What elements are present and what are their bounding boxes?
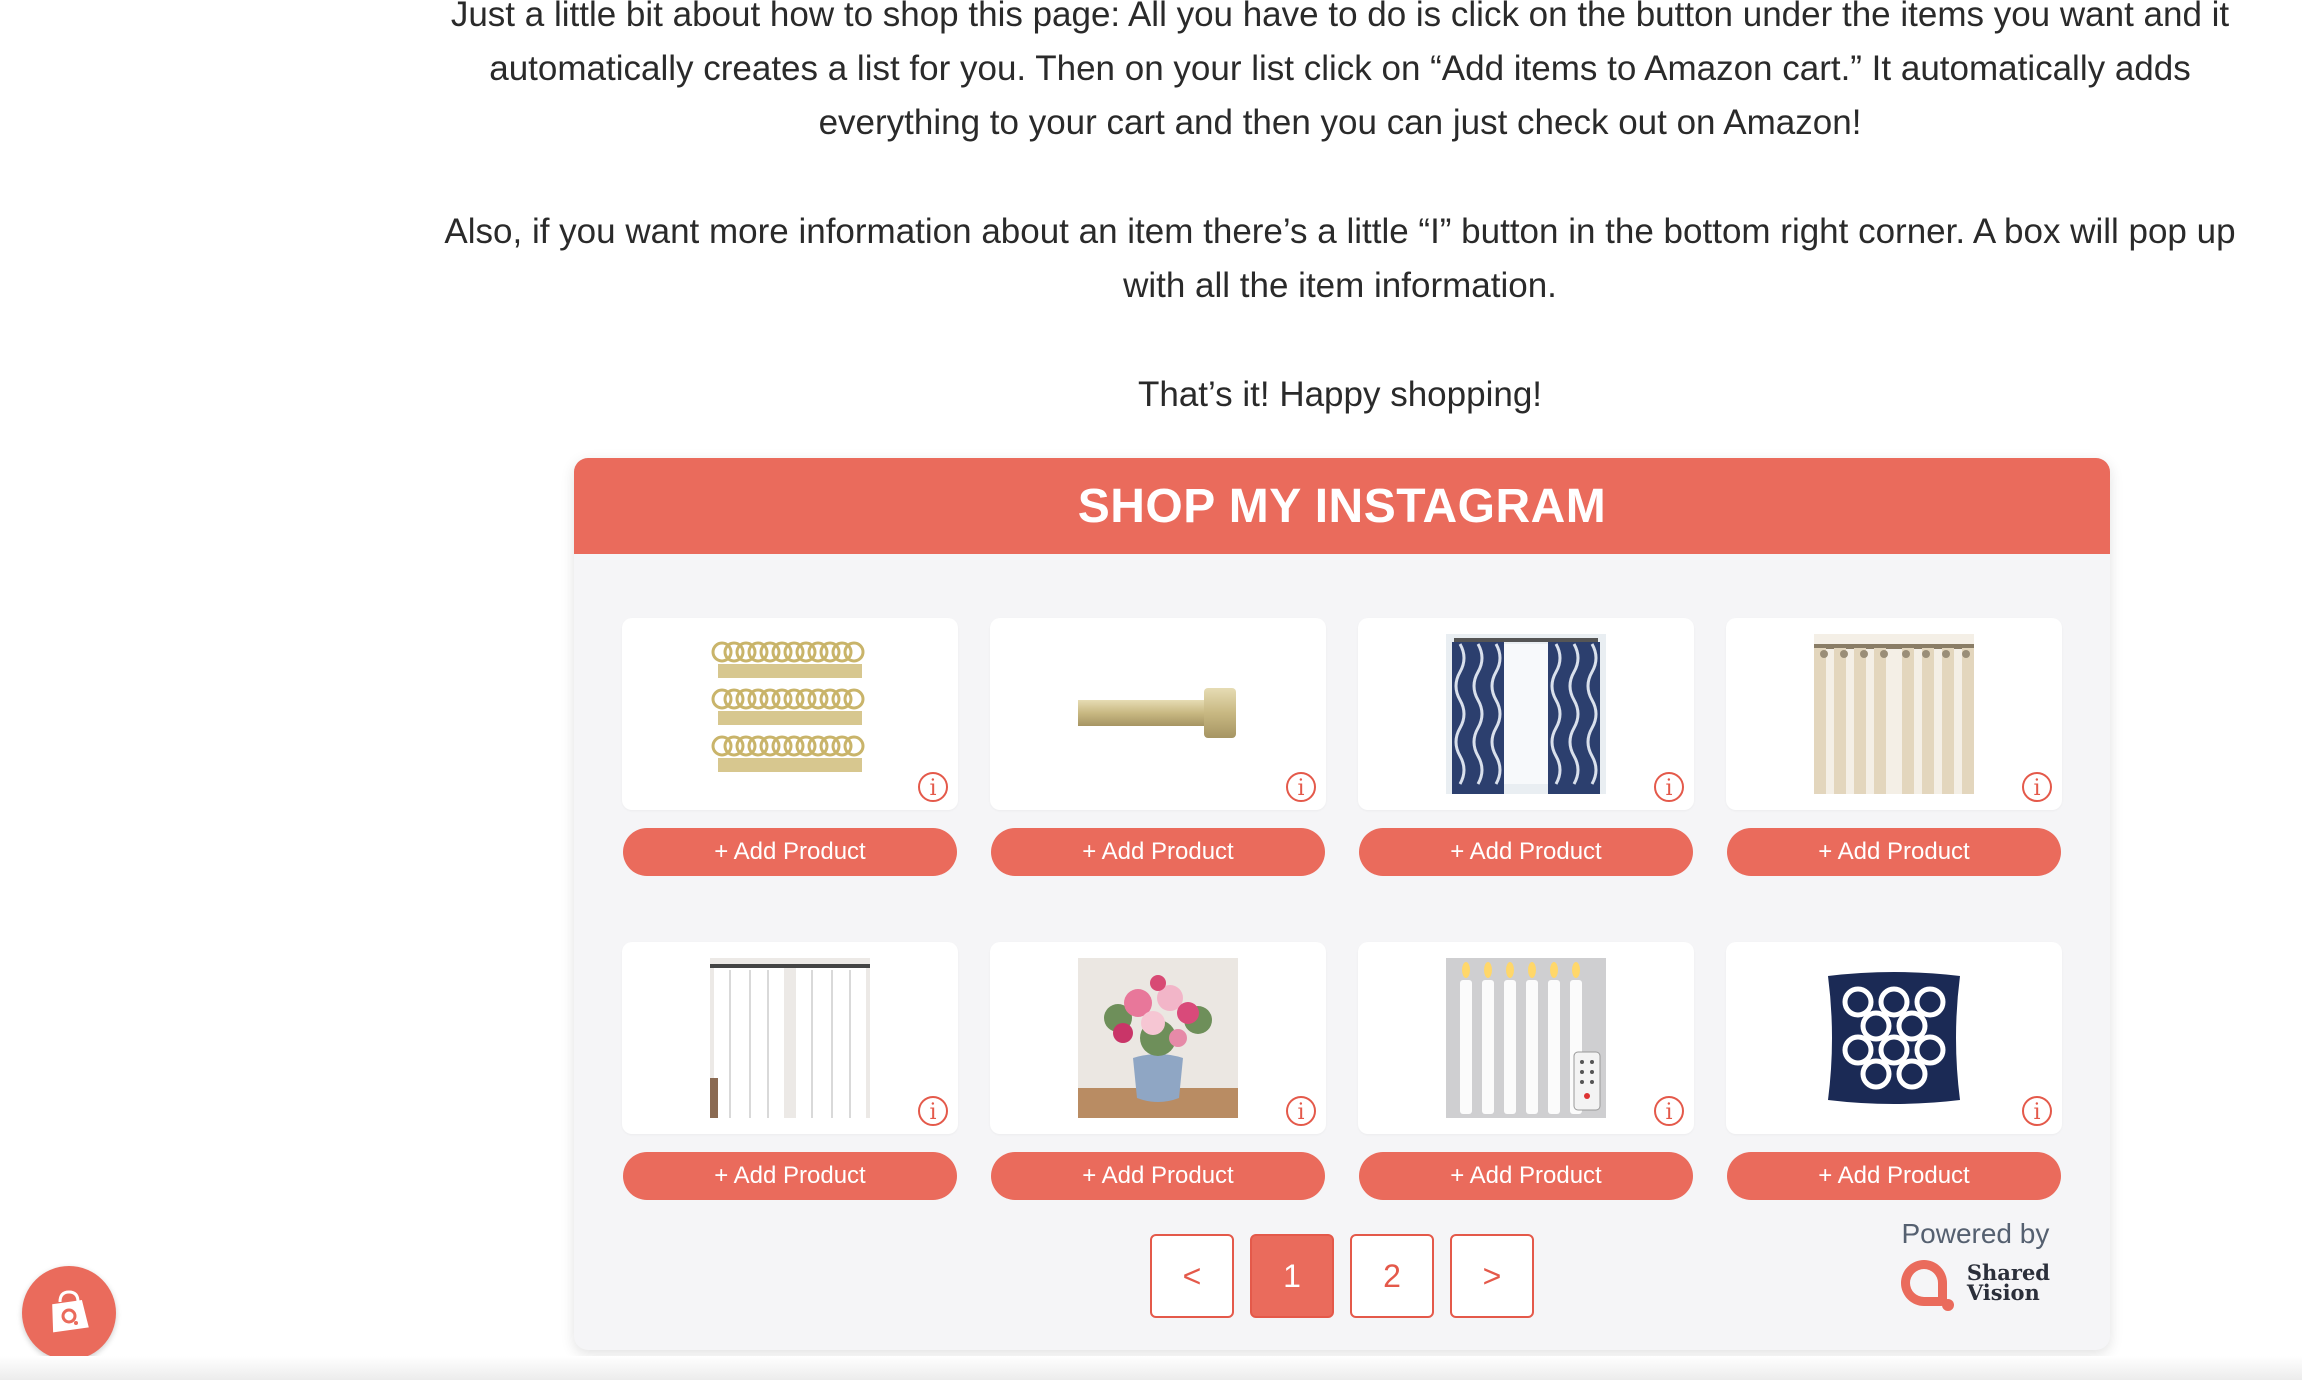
info-icon[interactable]: i: [1286, 1096, 1316, 1126]
info-icon[interactable]: i: [1654, 772, 1684, 802]
shopping-bag-icon: [46, 1288, 92, 1339]
product-image: [1814, 634, 1974, 794]
product-card: i + Add Product: [622, 942, 958, 1200]
brand-line-2: Vision: [1966, 1280, 2040, 1305]
product-thumbnail[interactable]: i: [622, 942, 958, 1134]
shop-widget: SHOP MY INSTAGRAM i + Add Product i + Ad…: [574, 458, 2110, 1350]
bottom-bar: [0, 1356, 2302, 1380]
page-1-button[interactable]: 1: [1250, 1234, 1334, 1318]
product-card: i + Add Product: [1726, 942, 2062, 1200]
add-product-button[interactable]: + Add Product: [1359, 828, 1693, 876]
product-card: i + Add Product: [1358, 942, 1694, 1200]
product-thumbnail[interactable]: i: [1358, 942, 1694, 1134]
add-product-button[interactable]: + Add Product: [991, 828, 1325, 876]
product-card: i + Add Product: [990, 942, 1326, 1200]
product-thumbnail[interactable]: i: [990, 618, 1326, 810]
info-icon[interactable]: i: [1286, 772, 1316, 802]
add-product-button[interactable]: + Add Product: [1727, 828, 2061, 876]
info-icon[interactable]: i: [918, 772, 948, 802]
info-icon[interactable]: i: [1654, 1096, 1684, 1126]
product-image: [710, 634, 870, 794]
pagination: < 1 2 >: [1150, 1234, 1534, 1318]
product-thumbnail[interactable]: i: [990, 942, 1326, 1134]
add-product-button[interactable]: + Add Product: [1727, 1152, 2061, 1200]
widget-title: SHOP MY INSTAGRAM: [574, 458, 2110, 554]
next-page-button[interactable]: >: [1450, 1234, 1534, 1318]
powered-by-label: Powered by: [1901, 1218, 2050, 1249]
intro-text: Just a little bit about how to shop this…: [436, 0, 2244, 477]
product-thumbnail[interactable]: i: [622, 618, 958, 810]
shared-vision-logo-icon: [1900, 1260, 1954, 1311]
intro-paragraph-1: Just a little bit about how to shop this…: [450, 0, 2230, 142]
product-card: i + Add Product: [1358, 618, 1694, 876]
add-product-button[interactable]: + Add Product: [991, 1152, 1325, 1200]
info-icon[interactable]: i: [918, 1096, 948, 1126]
add-product-button[interactable]: + Add Product: [623, 828, 957, 876]
product-image: [1446, 634, 1606, 794]
product-thumbnail[interactable]: i: [1726, 942, 2062, 1134]
product-image: [1446, 958, 1606, 1118]
intro-paragraph-3: That’s it! Happy shopping!: [1137, 375, 1543, 414]
powered-by[interactable]: Powered by Shared Vision: [1900, 1218, 2050, 1311]
product-card: i + Add Product: [1726, 618, 2062, 876]
product-card: i + Add Product: [622, 618, 958, 876]
product-image: [1814, 958, 1974, 1118]
product-image: [710, 958, 870, 1118]
info-icon[interactable]: i: [2022, 1096, 2052, 1126]
product-image: [1078, 634, 1238, 794]
product-thumbnail[interactable]: i: [1358, 618, 1694, 810]
page-2-button[interactable]: 2: [1350, 1234, 1434, 1318]
product-image: [1078, 958, 1238, 1118]
product-card: i + Add Product: [990, 618, 1326, 876]
brand-name: Shared Vision: [1966, 1262, 2050, 1305]
add-product-button[interactable]: + Add Product: [1359, 1152, 1693, 1200]
info-icon[interactable]: i: [2022, 772, 2052, 802]
shared-vision-logo[interactable]: Shared Vision: [1900, 1260, 2050, 1311]
product-grid: i + Add Product i + Add Product i + Add …: [622, 618, 2062, 1200]
intro-paragraph-2: Also, if you want more information about…: [444, 212, 2236, 305]
floating-shop-button[interactable]: [22, 1266, 116, 1360]
product-thumbnail[interactable]: i: [1726, 618, 2062, 810]
prev-page-button[interactable]: <: [1150, 1234, 1234, 1318]
add-product-button[interactable]: + Add Product: [623, 1152, 957, 1200]
